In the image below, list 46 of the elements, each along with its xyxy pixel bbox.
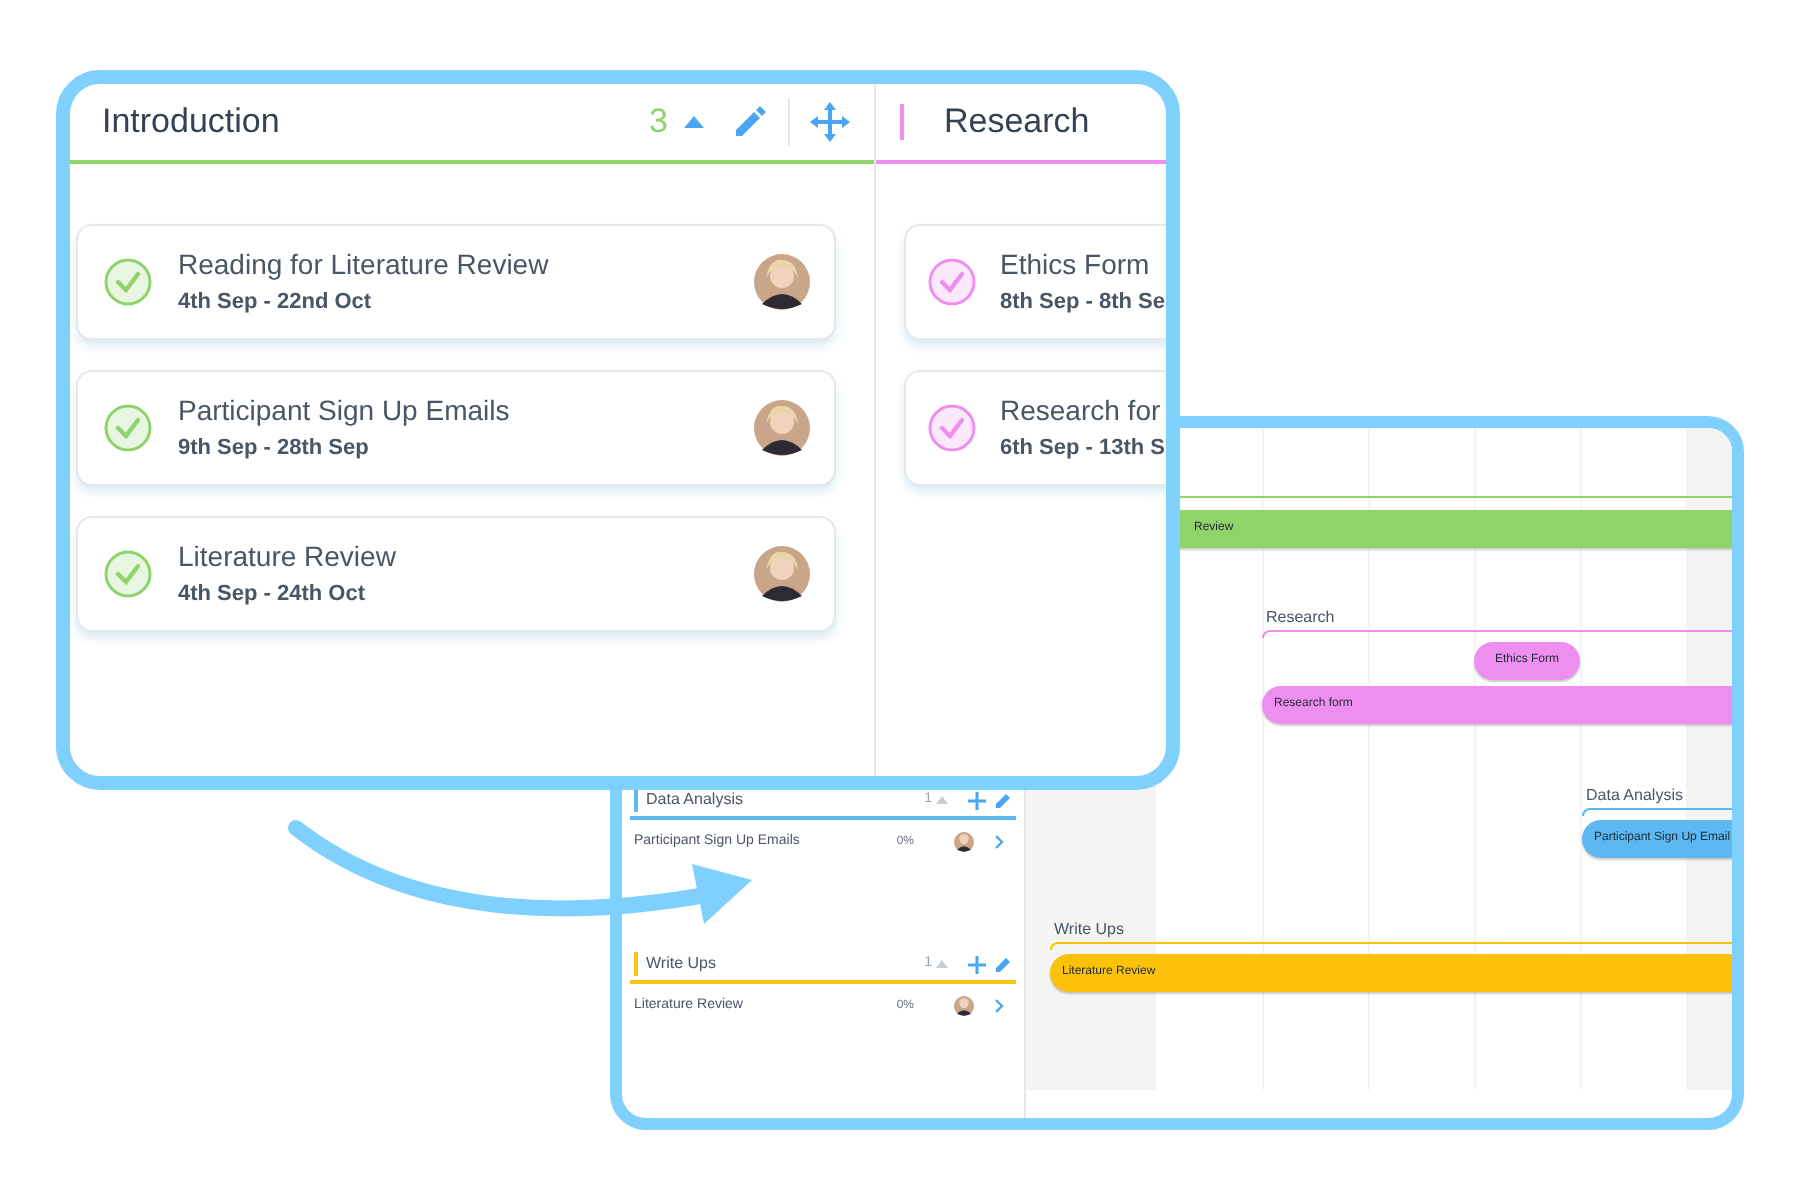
group-label: Data Analysis xyxy=(1586,784,1683,808)
pencil-icon[interactable] xyxy=(996,956,1012,972)
task-card[interactable]: Research for 6th Sep - 13th S xyxy=(904,370,1166,486)
task-card[interactable]: Reading for Literature Review 4th Sep - 22nd Oct xyxy=(76,224,836,340)
task-dates: 8th Sep - 8th Se xyxy=(1000,288,1166,319)
task-title: Reading for Literature Review xyxy=(178,246,551,285)
group-title: Write Ups xyxy=(646,952,718,976)
caret-up-icon[interactable] xyxy=(684,116,704,128)
avatar xyxy=(954,832,974,852)
task-card[interactable]: Participant Sign Up Emails 9th Sep - 28th Sep xyxy=(76,370,836,486)
caret-up-icon[interactable] xyxy=(936,960,948,968)
check-icon[interactable] xyxy=(928,404,976,452)
chevron-right-icon[interactable] xyxy=(994,998,1004,1014)
check-icon[interactable] xyxy=(104,550,152,598)
check-icon[interactable] xyxy=(104,404,152,452)
move-icon[interactable] xyxy=(810,102,850,142)
group-label: Research xyxy=(1266,606,1335,630)
task-dates: 4th Sep - 24th Oct xyxy=(178,580,368,611)
task-dates: 6th Sep - 13th S xyxy=(1000,434,1166,465)
task-title: Participant Sign Up Emails xyxy=(178,392,512,431)
chevron-right-icon[interactable] xyxy=(994,834,1004,850)
task-card[interactable]: Ethics Form 8th Sep - 8th Se xyxy=(904,224,1166,340)
plus-icon[interactable] xyxy=(968,955,986,973)
plus-icon[interactable] xyxy=(968,791,986,809)
avatar xyxy=(754,546,810,602)
task-title: Literature Review xyxy=(178,538,398,577)
column-marker xyxy=(900,104,904,140)
task-title: Ethics Form xyxy=(1000,246,1152,285)
avatar xyxy=(754,400,810,456)
task-card[interactable]: Literature Review 4th Sep - 24th Oct xyxy=(76,516,836,632)
task-dates: 4th Sep - 22nd Oct xyxy=(178,288,374,319)
group-marker xyxy=(634,952,638,976)
group-marker xyxy=(634,788,638,812)
task-dates: 9th Sep - 28th Sep xyxy=(178,434,371,465)
avatar xyxy=(954,996,974,1016)
group-title: Data Analysis xyxy=(646,788,745,812)
task-count: 3 xyxy=(649,100,668,145)
column-title: Research xyxy=(944,100,1092,145)
task-title: Research for xyxy=(1000,392,1163,431)
caret-up-icon[interactable] xyxy=(936,796,948,804)
column-title: Introduction xyxy=(102,100,282,145)
check-icon[interactable] xyxy=(104,258,152,306)
pencil-icon[interactable] xyxy=(732,104,768,140)
group-label: Write Ups xyxy=(1054,918,1124,942)
avatar xyxy=(754,254,810,310)
check-icon[interactable] xyxy=(928,258,976,306)
